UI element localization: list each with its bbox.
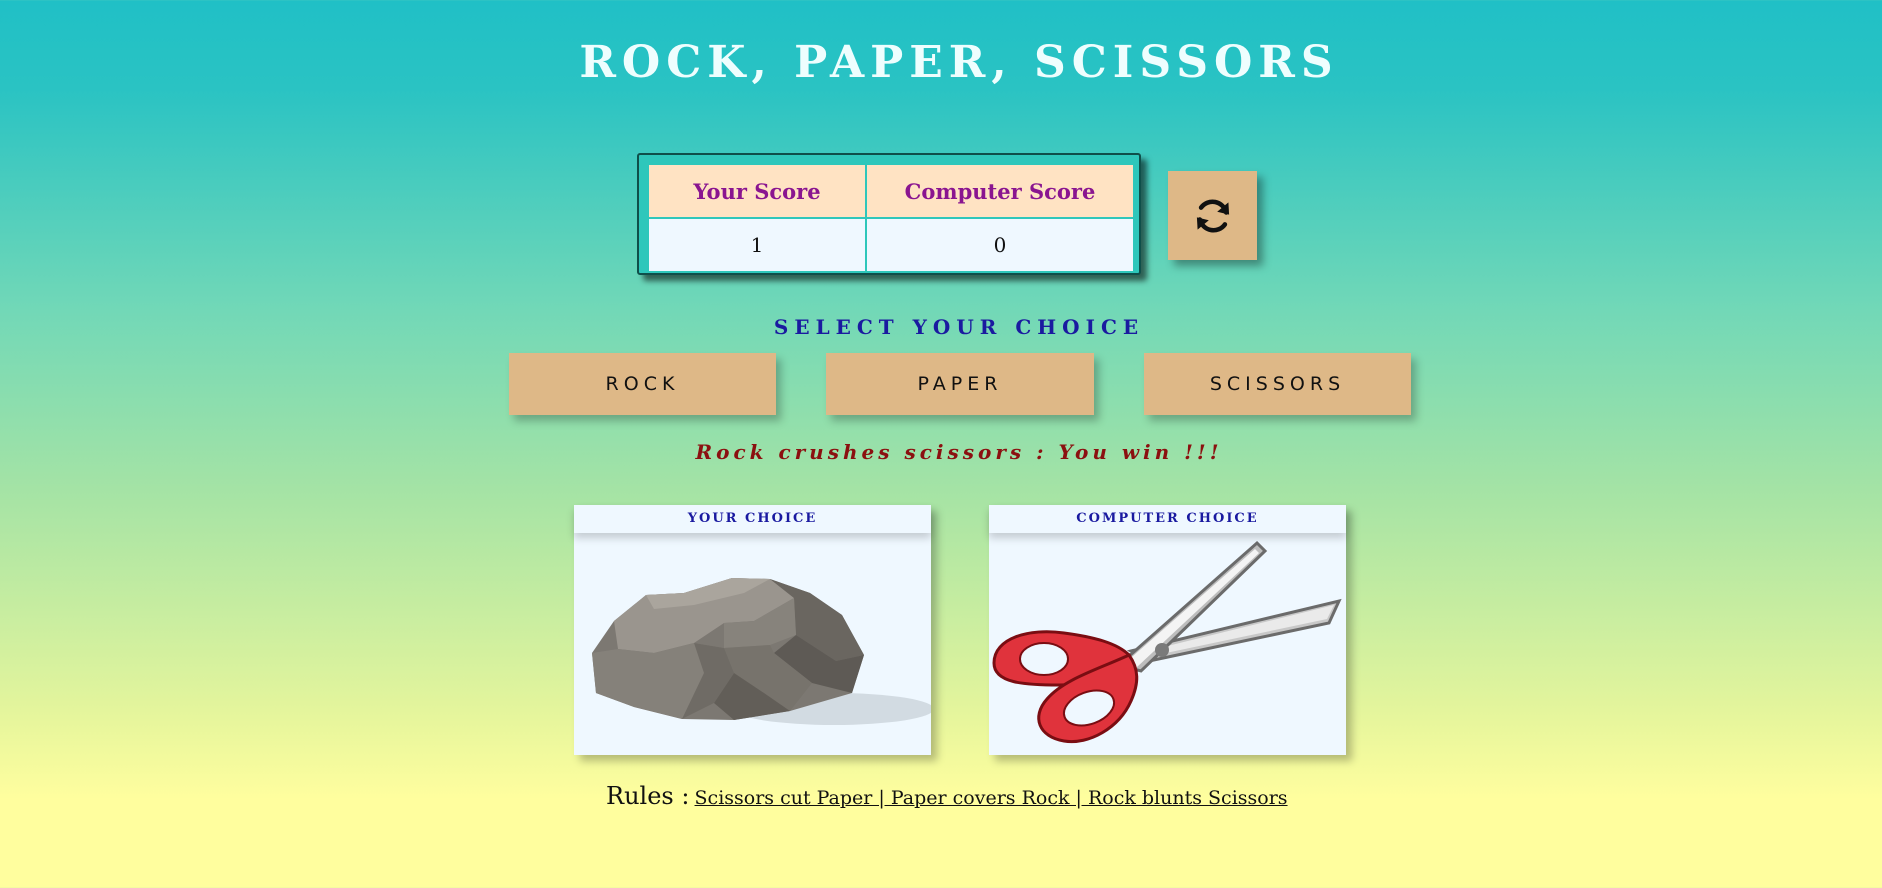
computer-score-header: Computer Score	[865, 163, 1135, 219]
scoreboard: Your Score Computer Score 1 0	[637, 153, 1141, 275]
computer-choice-card: COMPUTER CHOICE	[989, 505, 1346, 755]
rock-image	[592, 578, 931, 725]
your-score-value: 1	[647, 217, 867, 273]
rules: Rules : Scissors cut Paper | Paper cover…	[606, 782, 1288, 810]
result-message: Rock crushes scissors : You win !!!	[695, 440, 1223, 464]
scissors-button[interactable]: SCISSORS	[1144, 353, 1411, 415]
refresh-icon	[1196, 199, 1229, 232]
computer-choice-label: COMPUTER CHOICE	[989, 505, 1346, 533]
your-choice-label: YOUR CHOICE	[574, 505, 931, 533]
reset-button[interactable]	[1168, 171, 1257, 260]
select-choice-label: SELECT YOUR CHOICE	[773, 315, 1145, 339]
your-score-header: Your Score	[647, 163, 867, 219]
paper-button[interactable]: PAPER	[826, 353, 1094, 415]
computer-score-value: 0	[865, 217, 1135, 273]
rules-link[interactable]: Scissors cut Paper | Paper covers Rock |…	[695, 787, 1288, 809]
scissors-image	[992, 540, 1342, 744]
page-title: ROCK, PAPER, SCISSORS	[579, 37, 1339, 88]
rules-label: Rules :	[606, 782, 690, 810]
score-table: Your Score Computer Score 1 0	[647, 163, 1135, 273]
your-choice-card: YOUR CHOICE	[574, 505, 931, 755]
rock-button[interactable]: ROCK	[509, 353, 776, 415]
